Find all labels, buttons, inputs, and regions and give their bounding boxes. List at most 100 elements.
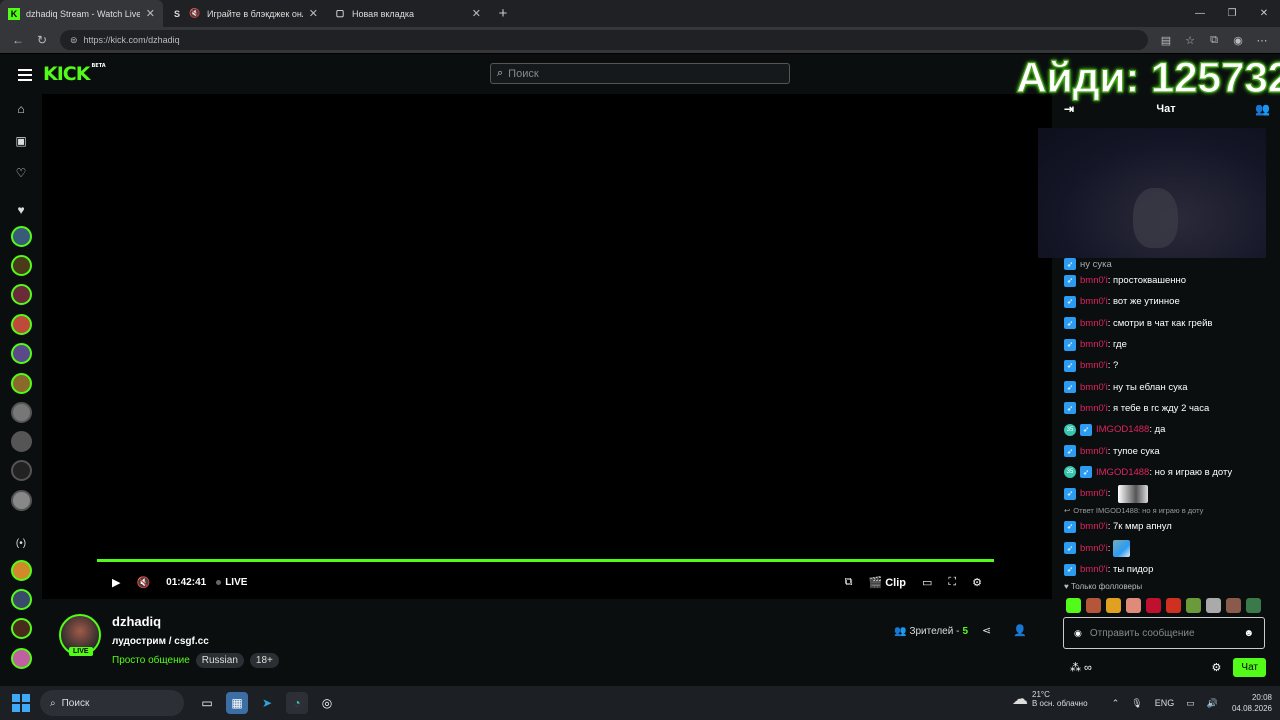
recommended-channel-avatar[interactable] [11, 618, 32, 639]
recommended-channel-avatar[interactable] [11, 589, 32, 610]
emote-button[interactable] [1166, 598, 1181, 613]
play-icon[interactable]: ▶ [112, 576, 120, 589]
close-tab-icon[interactable]: ✕ [309, 7, 318, 20]
emote-button[interactable] [1106, 598, 1121, 613]
offline-channel-avatar[interactable] [11, 490, 32, 511]
chat-username[interactable]: bmn0'i [1080, 382, 1108, 393]
obs-icon[interactable]: ◎ [316, 692, 338, 714]
following-heart-outline-icon[interactable]: ♡ [11, 163, 31, 183]
chat-username[interactable]: bmn0'i [1080, 564, 1108, 575]
url-field[interactable]: ⊜ https://kick.com/dzhadiq [60, 30, 1148, 50]
emoji-picker-icon[interactable]: ☻ [1243, 628, 1254, 639]
emote-button[interactable] [1086, 598, 1101, 613]
offline-channel-avatar[interactable] [11, 431, 32, 452]
chat-username[interactable]: bmn0'i [1080, 318, 1108, 329]
home-icon[interactable]: ⌂ [11, 99, 31, 119]
clip-button[interactable]: 🎬 Clip [868, 576, 906, 589]
emote-button[interactable] [1066, 598, 1081, 613]
offline-channel-avatar[interactable] [11, 402, 32, 423]
tag-language[interactable]: Russian [195, 653, 244, 668]
followed-channel-avatar[interactable] [11, 226, 32, 247]
browser-tab-blackjack[interactable]: S 🔇 Играйте в блэкджек онлайн ✕ [163, 0, 326, 27]
language-indicator[interactable]: ENG [1155, 698, 1175, 708]
new-tab-button[interactable]: + [489, 0, 517, 27]
reload-icon[interactable]: ↻ [30, 33, 54, 47]
emote-button[interactable] [1246, 598, 1261, 613]
video-player[interactable]: ▶ 🔇 01:42:41 LIVE ⧉ 🎬 Clip ▭ ⛶ ⚙ [42, 94, 1052, 599]
chat-username[interactable]: bmn0'i [1080, 521, 1108, 532]
chat-username[interactable]: IMGOD1488 [1096, 424, 1149, 435]
browser-tab-new[interactable]: ▢ Новая вкладка ✕ [326, 0, 489, 27]
extensions-icon[interactable]: ⧉ [1202, 34, 1226, 47]
mini-player-icon[interactable]: ⧉ [845, 576, 853, 589]
reader-icon[interactable]: ▤ [1154, 34, 1178, 47]
chat-username[interactable]: bmn0'i [1080, 360, 1108, 371]
minimize-icon[interactable]: — [1184, 0, 1216, 27]
search-input[interactable]: ⌕ Поиск [490, 63, 790, 84]
stream-category-link[interactable]: Просто общение [112, 655, 190, 666]
offline-channel-avatar[interactable] [11, 460, 32, 481]
windows-start-icon[interactable] [12, 694, 30, 712]
emote-button[interactable] [1146, 598, 1161, 613]
followed-channel-avatar[interactable] [11, 255, 32, 276]
chat-username[interactable]: bmn0'i [1080, 403, 1108, 414]
chat-username[interactable]: bmn0'i [1080, 543, 1108, 554]
favorite-star-icon[interactable]: ☆ [1178, 34, 1202, 47]
chat-username[interactable]: bmn0'i [1080, 275, 1108, 286]
chat-message-input[interactable]: ◉ Отправить сообщение ☻ [1063, 617, 1265, 649]
microphone-icon[interactable]: 🎙 [1131, 698, 1142, 709]
taskbar-clock[interactable]: 20:08 04.08.2026 [1232, 692, 1272, 714]
kick-points-icon[interactable]: ⁂ ∞ [1070, 661, 1092, 674]
more-menu-icon[interactable]: ⋯ [1250, 34, 1274, 47]
emote-button[interactable] [1226, 598, 1241, 613]
recommended-channel-avatar[interactable] [11, 648, 32, 669]
followed-channel-avatar[interactable] [11, 284, 32, 305]
mute-icon[interactable]: 🔇 [136, 576, 150, 589]
kick-logo[interactable]: KICK BETA [43, 63, 106, 85]
chat-username[interactable]: bmn0'i [1080, 446, 1108, 457]
channel-name[interactable]: dzhadiq [112, 614, 161, 629]
chat-username[interactable]: IMGOD1488 [1096, 467, 1149, 478]
emote-button[interactable] [1186, 598, 1201, 613]
profile-avatar-icon[interactable]: ◉ [1226, 34, 1250, 47]
chat-username[interactable]: bmn0'i [1080, 296, 1108, 307]
taskbar-search[interactable]: ⌕ Поиск [40, 690, 184, 716]
edge-browser-icon[interactable]: ◔ [286, 692, 308, 714]
store-icon[interactable]: ▦ [226, 692, 248, 714]
muted-speaker-icon[interactable]: 🔇 [189, 8, 201, 20]
back-icon[interactable]: ← [6, 33, 30, 47]
telegram-icon[interactable]: ➤ [256, 692, 278, 714]
restore-icon[interactable]: ❐ [1216, 0, 1248, 27]
browser-tab-kick[interactable]: K dzhadiq Stream - Watch Live on Kick ✕ [0, 0, 163, 27]
volume-icon[interactable]: 🔊 [1207, 698, 1218, 709]
tag-mature[interactable]: 18+ [249, 653, 279, 668]
reply-reference[interactable]: ↩ Ответ IMGOD1488: но я играю в доту [1064, 504, 1276, 516]
menu-icon[interactable] [18, 69, 32, 81]
chat-settings-gear-icon[interactable]: ⚙ [1212, 661, 1222, 674]
site-info-icon[interactable]: ⊜ [70, 35, 78, 46]
settings-gear-icon[interactable]: ⚙ [972, 576, 982, 589]
chat-username[interactable]: bmn0'i [1080, 488, 1108, 499]
emote-button[interactable] [1206, 598, 1221, 613]
browse-icon[interactable]: ▣ [11, 131, 31, 151]
chat-username[interactable]: bmn0'i [1080, 339, 1108, 350]
emote-button[interactable] [1126, 598, 1141, 613]
network-icon[interactable]: ▭ [1186, 698, 1195, 709]
live-indicator[interactable]: LIVE [216, 577, 247, 588]
playback-progress-bar[interactable] [97, 559, 994, 562]
recommended-channel-avatar[interactable] [11, 560, 32, 581]
fullscreen-icon[interactable]: ⛶ [948, 576, 956, 589]
close-tab-icon[interactable]: ✕ [146, 7, 155, 20]
task-view-icon[interactable]: ▭ [196, 692, 218, 714]
send-chat-button[interactable]: Чат [1233, 657, 1266, 677]
chat-identity-icon[interactable]: ◉ [1074, 628, 1082, 639]
follow-user-icon[interactable]: 👤 [1013, 624, 1027, 637]
weather-widget[interactable]: ☁ 21°C В осн. облачно [1012, 689, 1088, 709]
share-icon[interactable]: ⋖ [982, 624, 991, 637]
followed-channel-avatar[interactable] [11, 373, 32, 394]
close-tab-icon[interactable]: ✕ [472, 7, 481, 20]
tray-overflow-icon[interactable]: ⌃ [1112, 698, 1120, 709]
close-window-icon[interactable]: ✕ [1248, 0, 1280, 27]
followed-channel-avatar[interactable] [11, 314, 32, 335]
followed-channel-avatar[interactable] [11, 343, 32, 364]
